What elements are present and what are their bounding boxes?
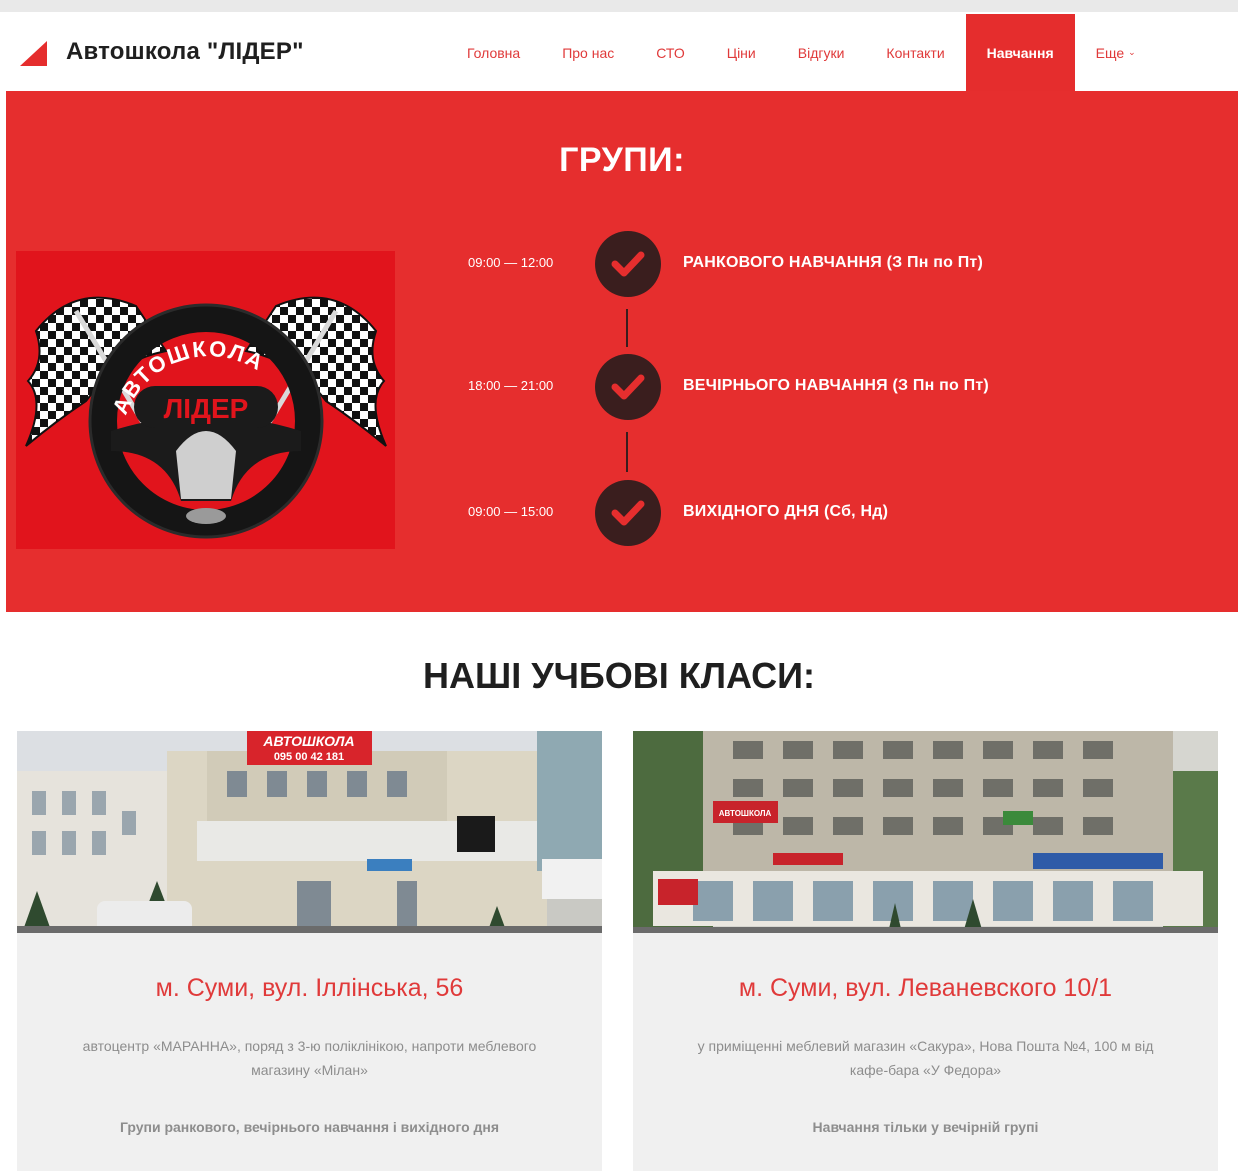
group-item: 18:00 — 21:00 ВЕЧІРНЬОГО НАВЧАННЯ (З Пн … <box>6 354 1238 420</box>
class-address-link[interactable]: м. Суми, вул. Іллінська, 56 <box>17 974 602 1003</box>
photo-sign-text: АВТОШКОЛА <box>719 809 772 818</box>
groups-title: ГРУПИ: <box>559 141 685 179</box>
nav-item-about[interactable]: Про нас <box>541 14 635 91</box>
timeline-connector <box>626 309 628 347</box>
class-description: автоцентр «МАРАННА», поряд з 3-ю поліклі… <box>82 1038 537 1078</box>
brand-title[interactable]: Автошкола "ЛІДЕР" <box>66 38 304 66</box>
class-building-photo: АВТОШКОЛА <box>633 731 1218 933</box>
top-strip <box>0 0 1238 12</box>
timeline-connector <box>626 432 628 472</box>
groups-section: ГРУПИ: ЛІДЕР АВТОШКОЛА 09:00 — 12:00 РАН… <box>6 91 1238 612</box>
class-building-photo: АВТОШКОЛА 095 00 42 181 <box>17 731 602 933</box>
main-nav: Головна Про нас СТО Ціни Відгуки Контакт… <box>446 14 1157 91</box>
class-description: у приміщенні меблевий магазин «Сакура», … <box>697 1038 1154 1078</box>
group-item: 09:00 — 15:00 ВИХІДНОГО ДНЯ (Сб, Нд) <box>6 480 1238 546</box>
group-label: ВИХІДНОГО ДНЯ (Сб, Нд) <box>683 503 889 520</box>
class-card: АВТОШКОЛА 095 00 42 181 м. Суми, вул. Іл… <box>17 731 602 1171</box>
group-time: 18:00 — 21:00 <box>468 378 554 393</box>
group-label: РАНКОВОГО НАВЧАННЯ (З Пн по Пт) <box>683 254 983 271</box>
group-time: 09:00 — 15:00 <box>468 504 554 519</box>
check-icon <box>595 480 661 546</box>
photo-sign-text: АВТОШКОЛА <box>262 733 354 749</box>
nav-more-label: Еще <box>1095 44 1125 61</box>
nav-item-more[interactable]: Еще ⌄ <box>1075 14 1157 91</box>
class-groups-note: Навчання тільки у вечірній групі <box>812 1119 1039 1135</box>
nav-item-service[interactable]: СТО <box>635 14 705 91</box>
site-header: Автошкола "ЛІДЕР" Головна Про нас СТО Ці… <box>6 12 1238 91</box>
nav-item-contacts[interactable]: Контакти <box>865 14 965 91</box>
group-time: 09:00 — 12:00 <box>468 255 554 270</box>
classes-title: НАШІ УЧБОВІ КЛАСИ: <box>423 655 815 696</box>
photo-phone-text: 095 00 42 181 <box>274 751 344 763</box>
class-groups-note: Групи ранкового, вечірнього навчання і в… <box>119 1119 500 1135</box>
logo-triangle-icon[interactable] <box>20 41 47 66</box>
class-address-link[interactable]: м. Суми, вул. Леваневского 10/1 <box>633 974 1218 1003</box>
group-item: 09:00 — 12:00 РАНКОВОГО НАВЧАННЯ (З Пн п… <box>6 231 1238 297</box>
class-card: АВТОШКОЛА м. Суми, вул. Леваневского 10/… <box>633 731 1218 1171</box>
nav-item-training[interactable]: Навчання <box>965 14 1075 91</box>
nav-item-prices[interactable]: Ціни <box>706 14 777 91</box>
check-icon <box>595 231 661 297</box>
nav-item-reviews[interactable]: Відгуки <box>777 14 866 91</box>
check-icon <box>595 354 661 420</box>
chevron-down-icon: ⌄ <box>1128 47 1136 57</box>
nav-item-home[interactable]: Головна <box>446 14 541 91</box>
group-label: ВЕЧІРНЬОГО НАВЧАННЯ (З Пн по Пт) <box>683 377 989 394</box>
